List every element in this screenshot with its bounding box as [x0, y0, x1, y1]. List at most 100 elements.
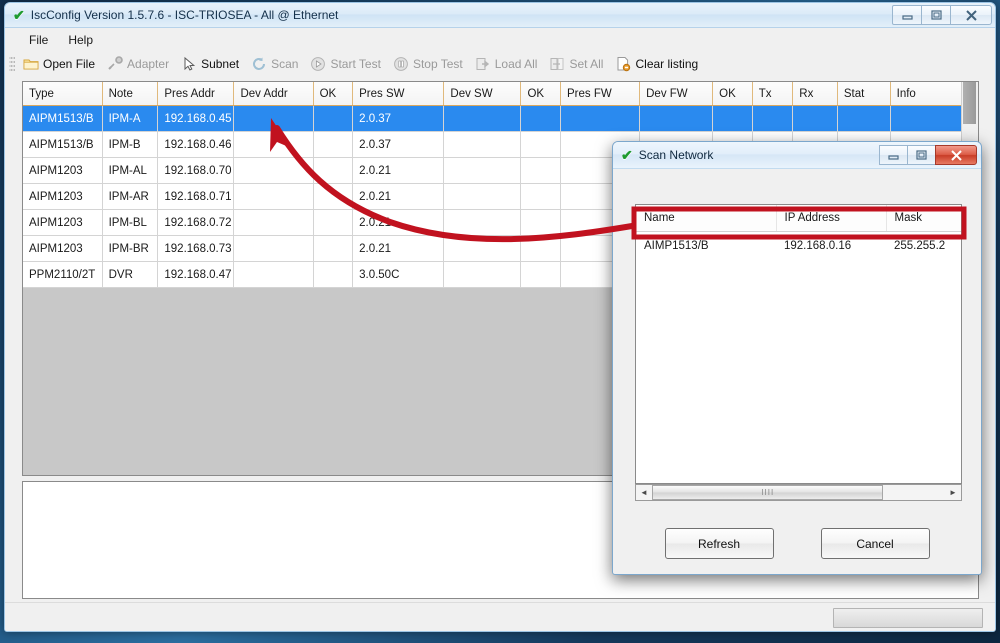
toolbar-button-scan[interactable]: Scan — [245, 54, 304, 74]
cell-pres-addr: 192.168.0.47 — [157, 261, 235, 288]
main-titlebar: ✔ IscConfig Version 1.5.7.6 - ISC-TRIOSE… — [5, 3, 995, 28]
cell-pres-addr: 192.168.0.73 — [157, 235, 235, 262]
cell-stat — [837, 105, 891, 132]
dialog-titlebar: ✔ Scan Network — [613, 142, 981, 169]
pause-icon — [393, 56, 409, 72]
cell-ok-2 — [520, 157, 562, 184]
cell-tx — [752, 105, 794, 132]
toolbar-button-start-test[interactable]: Start Test — [304, 54, 386, 74]
scroll-track[interactable]: IIII — [652, 485, 945, 500]
cell-type: AIPM1203 — [23, 183, 103, 210]
grid-col-dev-addr[interactable]: Dev Addr — [233, 82, 314, 106]
toolbar-button-clear-listing[interactable]: Clear listing — [609, 54, 704, 74]
scan-col-name[interactable]: Name — [636, 205, 777, 232]
cell-dev-sw — [443, 235, 522, 262]
cell-ok-1 — [313, 157, 354, 184]
toolbar-button-open-file[interactable]: Open File — [17, 54, 101, 74]
toolbar-button-stop-test[interactable]: Stop Test — [387, 54, 469, 74]
cell-dev-addr — [233, 131, 314, 158]
cell-note: IPM-A — [102, 105, 159, 132]
grid-col-tx[interactable]: Tx — [752, 82, 794, 106]
refresh-button[interactable]: Refresh — [664, 528, 774, 559]
grid-col-pres-sw[interactable]: Pres SW — [352, 82, 445, 106]
cell-ok-1 — [313, 261, 354, 288]
close-button[interactable] — [950, 5, 992, 25]
dialog-maximize-button[interactable] — [907, 145, 936, 165]
grid-col-rx[interactable]: Rx — [792, 82, 838, 106]
cell-pres-addr: 192.168.0.70 — [157, 157, 235, 184]
maximize-button[interactable] — [921, 5, 951, 25]
cell-pres-sw: 2.0.21 — [352, 235, 445, 262]
cell-dev-sw — [443, 261, 522, 288]
dialog-close-button[interactable] — [935, 145, 977, 165]
folder-icon — [23, 56, 39, 72]
cell-pres-addr: 192.168.0.45 — [157, 105, 235, 132]
app-check-icon: ✔ — [13, 7, 25, 23]
scan-list-horizontal-scrollbar[interactable]: ◄ IIII ► — [635, 484, 962, 501]
grid-col-ok-3[interactable]: OK — [712, 82, 753, 106]
grid-col-pres-addr[interactable]: Pres Addr — [157, 82, 235, 106]
scan-cell-name: AIMP1513/B — [636, 231, 776, 260]
menu-bar: File Help — [5, 28, 995, 51]
scan-col-ip[interactable]: IP Address — [776, 205, 887, 232]
grid-col-dev-fw[interactable]: Dev FW — [639, 82, 714, 106]
scan-header-row: Name IP Address Mask — [636, 205, 961, 232]
toolbar: Open File Adapter Subnet Scan Start Test — [5, 51, 995, 77]
cell-ok-1 — [313, 235, 354, 262]
cell-dev-sw — [443, 157, 522, 184]
cell-type: PPM2110/2T — [23, 261, 103, 288]
scan-col-mask[interactable]: Mask — [886, 205, 961, 232]
toolbar-button-load-all[interactable]: Load All — [469, 54, 544, 74]
cell-pres-addr: 192.168.0.72 — [157, 209, 235, 236]
window-title: IscConfig Version 1.5.7.6 - ISC-TRIOSEA … — [30, 8, 339, 22]
scan-results-list[interactable]: Name IP Address Mask AIMP1513/B 192.168.… — [635, 204, 962, 484]
scroll-left-arrow-icon[interactable]: ◄ — [636, 488, 652, 497]
cell-ok-1 — [313, 209, 354, 236]
cell-note: IPM-BR — [102, 235, 159, 262]
minimize-button[interactable] — [892, 5, 922, 25]
toolbar-grip[interactable] — [9, 55, 15, 73]
cell-pres-sw: 2.0.21 — [352, 183, 445, 210]
cell-ok-3 — [712, 105, 753, 132]
grid-col-pres-fw[interactable]: Pres FW — [560, 82, 641, 106]
dialog-button-row: Refresh Cancel — [613, 528, 981, 559]
cell-dev-sw — [443, 105, 522, 132]
cell-type: AIPM1203 — [23, 209, 103, 236]
cell-note: IPM-B — [102, 131, 159, 158]
dialog-check-icon: ✔ — [621, 147, 633, 163]
toolbar-button-set-all[interactable]: Set All — [543, 54, 609, 74]
cell-type: AIPM1203 — [23, 157, 103, 184]
play-icon — [310, 56, 326, 72]
cell-dev-addr — [233, 157, 314, 184]
grid-col-type[interactable]: Type — [23, 82, 103, 106]
scan-network-dialog: ✔ Scan Network Name IP Address Mask AIMP… — [612, 141, 982, 575]
table-row[interactable]: AIPM1513/B IPM-A 192.168.0.45 2.0.37 — [23, 105, 978, 132]
grid-col-ok-2[interactable]: OK — [520, 82, 562, 106]
cell-ok-1 — [313, 105, 354, 132]
list-item[interactable]: AIMP1513/B 192.168.0.16 255.255.2 — [636, 231, 961, 260]
menu-item-file[interactable]: File — [19, 30, 58, 50]
grid-vertical-scroll-thumb[interactable] — [963, 82, 976, 124]
cell-ok-2 — [520, 261, 562, 288]
dialog-body: Name IP Address Mask AIMP1513/B 192.168.… — [613, 168, 981, 574]
cell-note: IPM-AR — [102, 183, 159, 210]
cell-note: DVR — [102, 261, 159, 288]
toolbar-label-scan: Scan — [271, 57, 299, 71]
cell-type: AIPM1513/B — [23, 105, 103, 132]
toolbar-button-subnet[interactable]: Subnet — [175, 54, 245, 74]
cell-type: AIPM1513/B — [23, 131, 103, 158]
cell-dev-sw — [443, 131, 522, 158]
toolbar-label-load-all: Load All — [494, 57, 538, 71]
dialog-minimize-button[interactable] — [879, 145, 908, 165]
cancel-button[interactable]: Cancel — [820, 528, 930, 559]
scroll-right-arrow-icon[interactable]: ► — [945, 488, 961, 497]
grid-col-dev-sw[interactable]: Dev SW — [443, 82, 522, 106]
grid-col-ok-1[interactable]: OK — [313, 82, 354, 106]
cell-rx — [792, 105, 838, 132]
toolbar-label-set-all: Set All — [569, 57, 604, 71]
scroll-thumb[interactable]: IIII — [652, 485, 884, 500]
menu-item-help[interactable]: Help — [58, 30, 103, 50]
grid-col-note[interactable]: Note — [102, 82, 159, 106]
toolbar-button-adapter[interactable]: Adapter — [101, 54, 175, 74]
grid-col-stat[interactable]: Stat — [837, 82, 891, 106]
